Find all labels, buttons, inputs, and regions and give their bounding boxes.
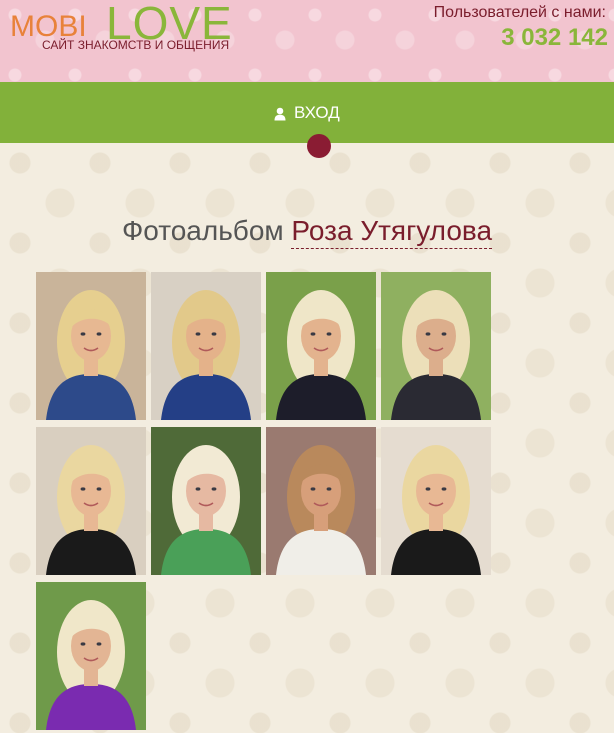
users-count-label: Пользователей с нами: [433,4,606,21]
photo-thumbnail[interactable] [36,427,146,575]
album-title: Фотоальбом Роза Утягулова [0,215,614,249]
site-logo[interactable]: MOBI LOVE САЙТ ЗНАКОМСТВ И ОБЩЕНИЯ [10,0,240,62]
photo-thumbnail[interactable] [381,427,491,575]
users-count-value: 3 032 142 [501,24,608,51]
photo-thumbnail[interactable] [151,272,261,420]
photo-thumbnail[interactable] [151,427,261,575]
album-title-prefix: Фотоальбом [121,215,284,246]
portrait-image [36,582,146,730]
portrait-image [36,272,146,420]
portrait-image [151,272,261,420]
site-header: MOBI LOVE САЙТ ЗНАКОМСТВ И ОБЩЕНИЯ Польз… [0,0,614,82]
login-link[interactable]: ВХОД [274,102,340,124]
photo-thumbnail[interactable] [36,272,146,420]
user-icon [274,106,286,121]
photo-thumbnail[interactable] [36,582,146,730]
photo-thumbnail[interactable] [381,272,491,420]
portrait-image [36,427,146,575]
portrait-image [381,272,491,420]
photo-thumbnail[interactable] [266,427,376,575]
portrait-image [266,427,376,575]
logo-tagline: САЙТ ЗНАКОМСТВ И ОБЩЕНИЯ [42,38,230,52]
album-owner-link[interactable]: Роза Утягулова [291,215,493,249]
nav-indicator-dot [307,134,331,158]
nav-bar: ВХОД [0,82,614,143]
photo-thumbnail[interactable] [266,272,376,420]
portrait-image [266,272,376,420]
portrait-image [381,427,491,575]
photo-gallery [36,272,496,730]
portrait-image [151,427,261,575]
login-label: ВХОД [294,103,340,122]
